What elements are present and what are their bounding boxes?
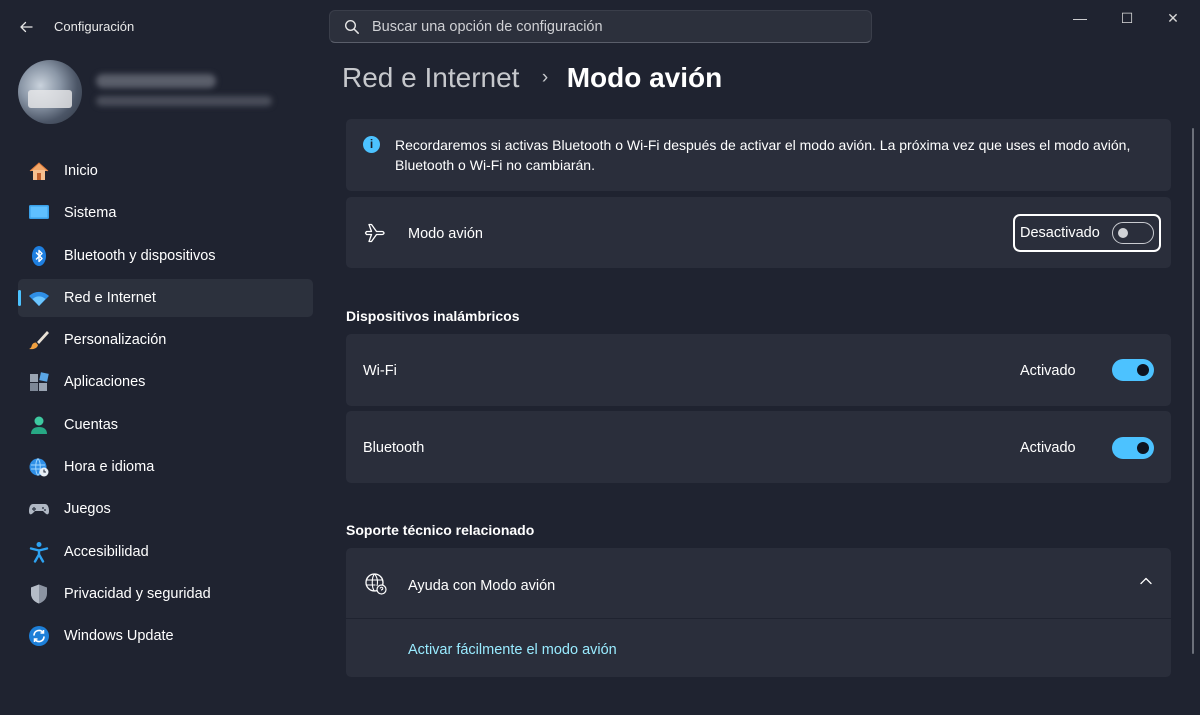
shield-icon: [31, 584, 47, 604]
sidebar-item-personalizacion[interactable]: Personalización: [18, 321, 313, 359]
sidebar-item-aplicaciones[interactable]: Aplicaciones: [18, 363, 313, 401]
help-card: Ayuda con Modo avión Activar fácilmente …: [346, 548, 1171, 677]
airplane-mode-label: Modo avión: [408, 226, 483, 242]
user-email-blurred: [96, 96, 272, 106]
wifi-card[interactable]: Wi-Fi Activado: [346, 334, 1171, 406]
maximize-button[interactable]: ☐: [1107, 4, 1147, 32]
sidebar-item-label: Personalización: [64, 332, 167, 349]
bluetooth-state: Activado: [1020, 440, 1076, 456]
globe-help-icon: [365, 573, 387, 595]
monitor-icon: [29, 205, 49, 220]
sidebar-item-label: Juegos: [64, 501, 111, 518]
toggle-knob: [1118, 228, 1128, 238]
help-title[interactable]: Ayuda con Modo avión: [408, 578, 555, 594]
help-link[interactable]: Activar fácilmente el modo avión: [408, 642, 617, 658]
sidebar-item-cuentas[interactable]: Cuentas: [18, 406, 313, 444]
airplane-mode-toggle[interactable]: [1112, 222, 1154, 244]
sidebar-item-label: Inicio: [64, 163, 98, 179]
airplane-mode-card[interactable]: Modo avión Desactivado: [346, 197, 1171, 268]
wireless-section-title: Dispositivos inalámbricos: [346, 308, 520, 324]
sidebar-item-label: Sistema: [64, 205, 117, 222]
sidebar-item-label: Accesibilidad: [64, 543, 149, 560]
wifi-toggle[interactable]: [1112, 359, 1154, 381]
scrollbar[interactable]: [1192, 128, 1194, 654]
sidebar-item-label: Hora e idioma: [64, 459, 155, 476]
apps-icon: [30, 372, 49, 392]
airplane-mode-toggle-focus[interactable]: Desactivado: [1013, 214, 1161, 252]
time-language-icon: [29, 458, 49, 477]
bluetooth-label: Bluetooth: [363, 440, 425, 456]
back-arrow-icon[interactable]: [12, 13, 40, 41]
sidebar-item-label: Aplicaciones: [64, 374, 146, 391]
toggle-knob: [1137, 442, 1149, 454]
info-icon: i: [363, 136, 380, 153]
wifi-icon: [29, 291, 49, 306]
sidebar-item-label: Cuentas: [64, 416, 119, 433]
chevron-up-icon[interactable]: [1139, 574, 1153, 588]
title-bar: Configuración — ☐ ✕: [0, 0, 1200, 52]
sidebar-item-privacidad[interactable]: Privacidad y seguridad: [18, 575, 313, 613]
sidebar-item-hora-idioma[interactable]: Hora e idioma: [18, 448, 313, 486]
sidebar-item-label: Red e Internet: [64, 289, 156, 306]
airplane-icon: [364, 223, 385, 243]
sidebar-item-label: Bluetooth y dispositivos: [64, 247, 216, 264]
sidebar-item-label: Windows Update: [64, 628, 174, 645]
breadcrumb-parent[interactable]: Red e Internet: [342, 62, 519, 93]
update-icon: [29, 626, 49, 647]
search-box[interactable]: [329, 10, 872, 43]
wifi-state: Activado: [1020, 363, 1076, 379]
sidebar-item-juegos[interactable]: Juegos: [18, 490, 313, 528]
app-title: Configuración: [54, 19, 135, 34]
sidebar-item-sistema[interactable]: Sistema: [18, 194, 313, 232]
search-input[interactable]: [372, 11, 852, 42]
wifi-label: Wi-Fi: [363, 363, 397, 379]
sidebar-item-bluetooth[interactable]: Bluetooth y dispositivos: [18, 237, 313, 275]
home-icon: [29, 162, 49, 180]
sidebar-item-inicio[interactable]: Inicio: [18, 152, 313, 190]
avatar[interactable]: [18, 60, 82, 124]
sidebar-item-label: Privacidad y seguridad: [64, 585, 211, 602]
sidebar-item-accesibilidad[interactable]: Accesibilidad: [18, 533, 313, 571]
bluetooth-icon: [32, 245, 46, 266]
minimize-button[interactable]: —: [1060, 4, 1100, 32]
close-button[interactable]: ✕: [1153, 4, 1193, 32]
bluetooth-card[interactable]: Bluetooth Activado: [346, 411, 1171, 483]
search-icon: [344, 19, 359, 34]
info-text: Recordaremos si activas Bluetooth o Wi-F…: [395, 137, 1131, 173]
info-card: i Recordaremos si activas Bluetooth o Wi…: [346, 119, 1171, 191]
account-icon: [31, 416, 47, 434]
divider: [346, 618, 1171, 619]
support-section-title: Soporte técnico relacionado: [346, 522, 535, 538]
sidebar-item-red-internet[interactable]: Red e Internet: [18, 278, 313, 317]
gamepad-icon: [29, 504, 49, 515]
breadcrumb: Red e Internet › Modo avión: [342, 62, 722, 102]
accessibility-icon: [29, 541, 49, 563]
sidebar-item-windows-update[interactable]: Windows Update: [18, 617, 313, 655]
brush-icon: [29, 331, 49, 350]
bluetooth-toggle[interactable]: [1112, 437, 1154, 459]
user-name-blurred: [96, 74, 216, 88]
sidebar-nav: Inicio Sistema Bluetooth y dispositivos …: [18, 152, 313, 660]
airplane-mode-state: Desactivado: [1020, 225, 1100, 241]
toggle-knob: [1137, 364, 1149, 376]
page-title: Modo avión: [566, 62, 723, 93]
breadcrumb-separator: ›: [541, 67, 549, 88]
